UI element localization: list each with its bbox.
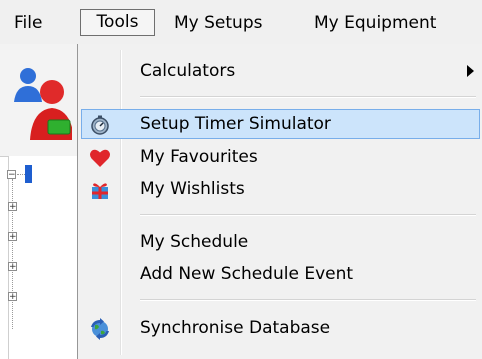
menu-item-setup-timer-simulator[interactable]: Setup Timer Simulator xyxy=(81,109,480,139)
tree-collapse-icon[interactable]: − xyxy=(7,170,16,180)
tree-expand-icon[interactable]: + xyxy=(8,292,17,302)
users-toolbar-area xyxy=(0,44,78,157)
app-window: File Tools My Setups My Equipment − + + … xyxy=(0,0,482,359)
left-panel: − + + + + xyxy=(0,44,79,359)
menu-separator xyxy=(140,214,476,216)
tree-view[interactable]: − + + + + xyxy=(7,156,79,359)
menu-my-setups[interactable]: My Setups xyxy=(172,10,264,37)
tree-expand-icon[interactable]: + xyxy=(8,202,17,212)
menu-item-label: Synchronise Database xyxy=(140,318,331,338)
menu-item-calculators[interactable]: Calculators xyxy=(81,56,480,86)
menu-file[interactable]: File xyxy=(12,10,44,37)
menu-item-label: My Schedule xyxy=(140,232,249,252)
tools-dropdown-menu: Calculators Setup Timer Simulator My Fav… xyxy=(77,44,482,359)
menu-separator xyxy=(140,96,476,98)
tree-expand-icon[interactable]: + xyxy=(8,262,17,272)
gift-icon xyxy=(92,183,108,199)
heart-icon xyxy=(90,149,110,167)
menu-item-label: Add New Schedule Event xyxy=(140,264,354,284)
menu-item-my-favourites[interactable]: My Favourites xyxy=(81,142,480,172)
menu-separator xyxy=(140,299,476,301)
menu-tools[interactable]: Tools xyxy=(80,9,155,36)
menu-my-equipment[interactable]: My Equipment xyxy=(312,10,438,37)
menu-item-label: Calculators xyxy=(140,61,236,81)
menu-item-add-new-schedule-event[interactable]: Add New Schedule Event xyxy=(81,259,480,289)
tree-expand-icon[interactable]: + xyxy=(8,232,17,242)
users-icon[interactable] xyxy=(8,62,72,142)
menu-item-my-wishlists[interactable]: My Wishlists xyxy=(81,174,480,204)
sync-globe-icon xyxy=(91,318,109,340)
menu-item-label: My Favourites xyxy=(140,147,258,167)
tree-root-node-icon[interactable] xyxy=(25,165,32,183)
menu-bar: File Tools My Setups My Equipment xyxy=(0,0,482,45)
menu-item-synchronise-database[interactable]: Synchronise Database xyxy=(81,313,480,343)
submenu-arrow-icon xyxy=(467,65,474,77)
menu-item-my-schedule[interactable]: My Schedule xyxy=(81,227,480,257)
menu-item-label: Setup Timer Simulator xyxy=(140,114,331,134)
menu-item-label: My Wishlists xyxy=(140,179,245,199)
stopwatch-icon xyxy=(91,115,109,135)
